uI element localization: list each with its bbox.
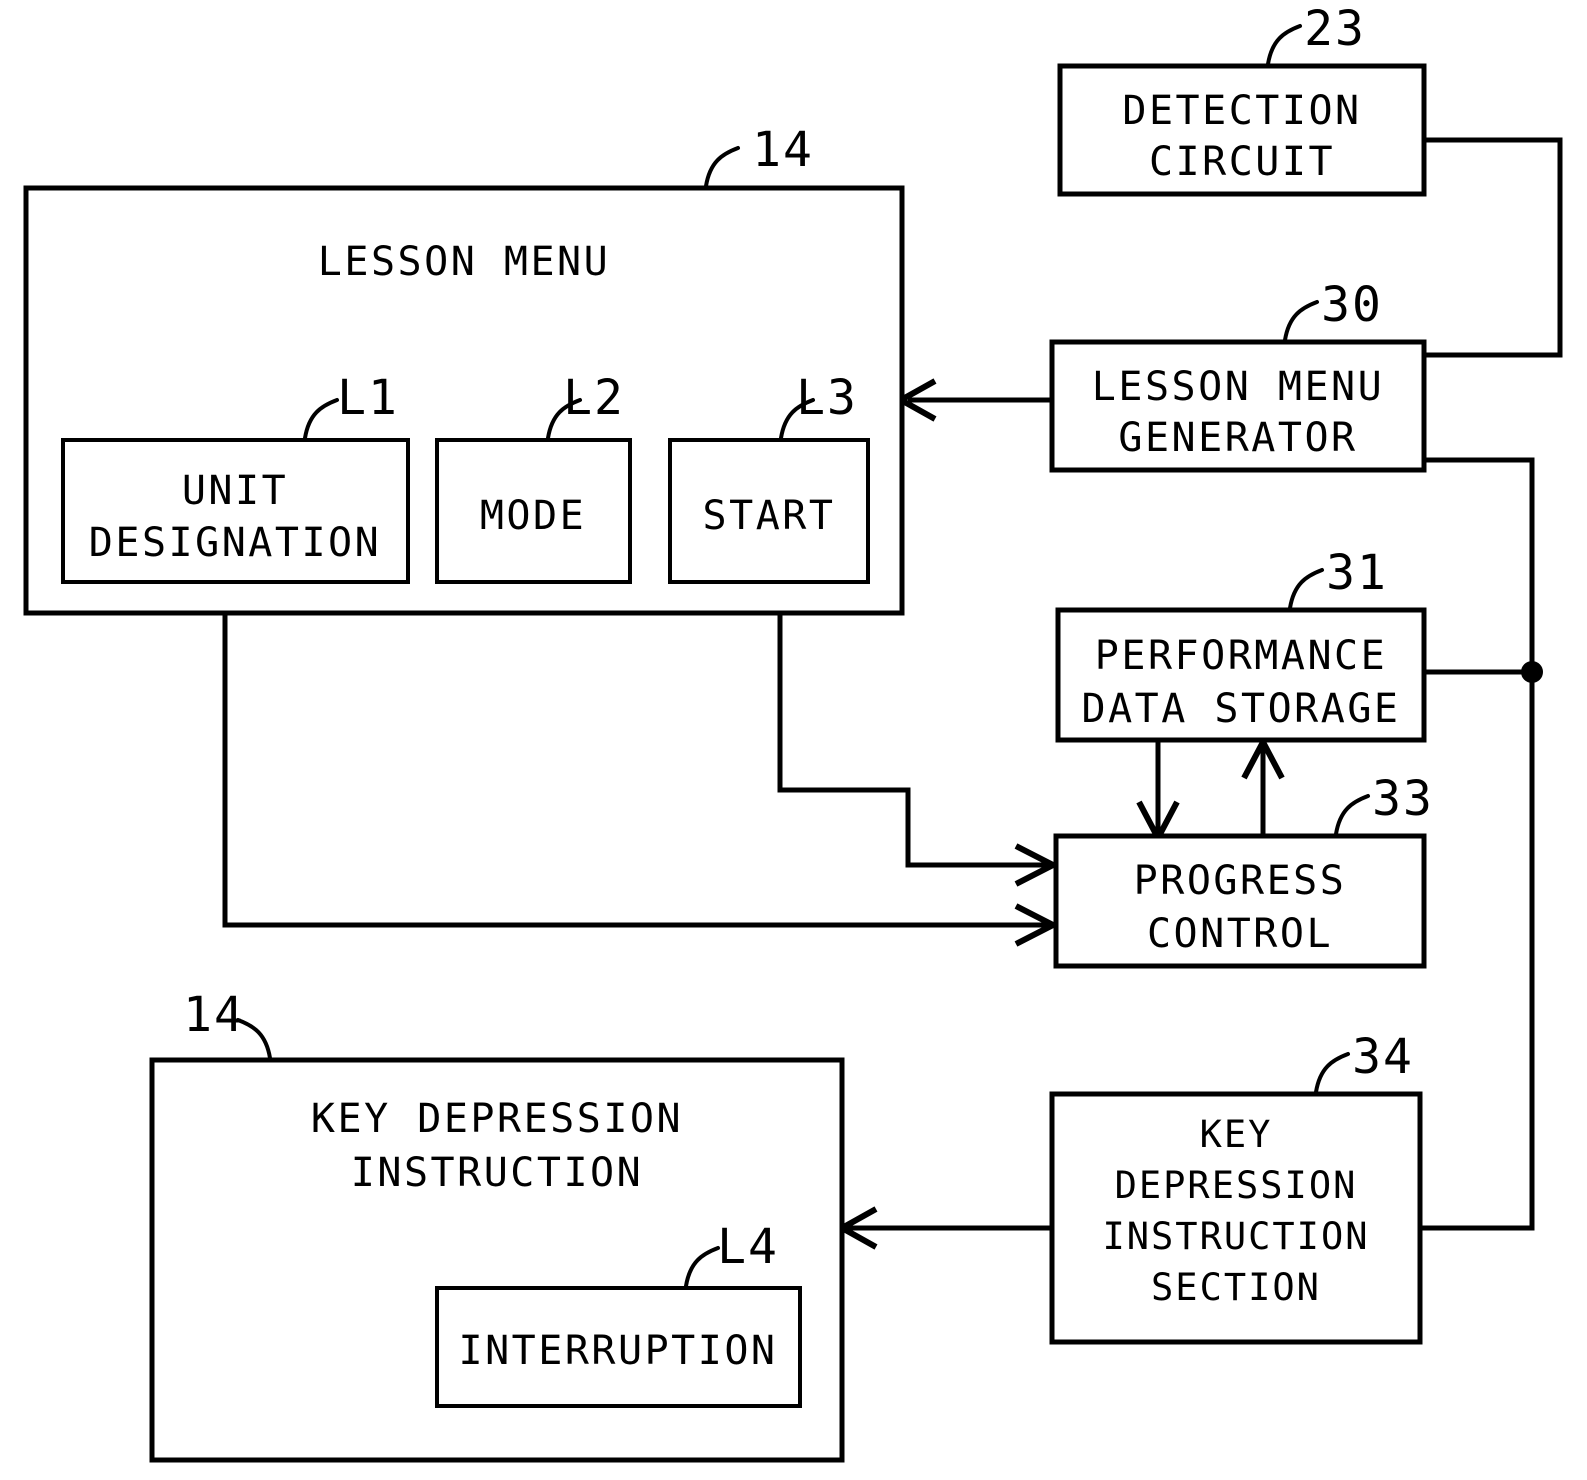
mode-label: MODE [480,493,586,539]
block-performance-data-storage[interactable]: PERFORMANCE DATA STORAGE 31 [1055,545,1427,743]
unit-designation-label-line2: DESIGNATION [89,520,381,566]
leader-line-ref-14-top [704,146,740,188]
ref-number-L1: L1 [337,370,399,426]
leader-line-ref-31 [1288,568,1324,610]
ref-number-23: 23 [1304,1,1366,57]
start-label: START [703,493,836,539]
ref-number-30: 30 [1321,277,1383,333]
wire-rightbus-to-kdis [1420,672,1535,1231]
ref-number-14-key-depression: 14 [183,987,245,1043]
block-progress-control[interactable]: PROGRESS CONTROL 33 [1053,771,1434,969]
patent-diagram-canvas: DETECTION CIRCUIT 23 LESSON MENU GENERAT… [0,0,1587,1480]
ref-number-L3: L3 [796,370,858,426]
leader-line-ref-33 [1334,794,1370,836]
kdis-label-line1: KEY [1200,1113,1273,1156]
block-key-depression-instruction-section[interactable]: KEY DEPRESSION INSTRUCTION SECTION 34 [1049,1029,1423,1345]
progress-control-label-line1: PROGRESS [1134,858,1347,904]
ref-number-L4: L4 [717,1219,779,1275]
ref-number-34: 34 [1352,1029,1414,1085]
lesson-menu-generator-label-line1: LESSON MENU [1092,364,1384,410]
progress-control-label-line2: CONTROL [1147,911,1333,957]
kdis-label-line4: SECTION [1151,1266,1321,1309]
performance-data-storage-label-line2: DATA STORAGE [1082,686,1401,732]
unit-designation-label-line1: UNIT [182,468,288,514]
leader-line-ref-30 [1283,300,1319,342]
wire-detection-to-generator [1424,137,1563,358]
kdis-label-line2: DEPRESSION [1115,1164,1358,1207]
performance-data-storage-label-line1: PERFORMANCE [1095,633,1387,679]
wire-start-to-progress [777,582,1050,868]
ref-number-33: 33 [1372,771,1434,827]
panel-lesson-menu[interactable]: LESSON MENU 14 UNIT DESIGNATION L1 MODE … [23,122,905,616]
panel-key-depression-instruction[interactable]: KEY DEPRESSION INSTRUCTION 14 INTERRUPTI… [149,987,845,1463]
lesson-menu-panel-title: LESSON MENU [318,239,610,285]
detection-circuit-label-line2: CIRCUIT [1149,139,1335,185]
interruption-label: INTERRUPTION [459,1328,778,1374]
lesson-menu-generator-label-line2: GENERATOR [1118,415,1357,461]
kdis-label-line3: INSTRUCTION [1102,1215,1369,1258]
ref-number-L2: L2 [563,370,625,426]
ref-number-31: 31 [1326,545,1388,601]
leader-line-ref-34 [1314,1052,1350,1094]
block-detection-circuit[interactable]: DETECTION CIRCUIT 23 [1057,1,1427,197]
wire-generator-to-rightbus [1424,457,1535,672]
wire-unit-designation-to-progress [222,582,1050,928]
block-diagram-svg: DETECTION CIRCUIT 23 LESSON MENU GENERAT… [23,1,1563,1463]
detection-circuit-label-line1: DETECTION [1122,88,1361,134]
key-depression-panel-title-line2: INSTRUCTION [351,1150,643,1196]
leader-line-ref-23 [1266,24,1302,66]
block-lesson-menu-generator[interactable]: LESSON MENU GENERATOR 30 [1049,277,1427,473]
key-depression-panel-title-line1: KEY DEPRESSION [311,1096,683,1142]
ref-number-14-lesson-menu: 14 [752,122,814,178]
junction-dot-right-bus [1521,661,1543,683]
